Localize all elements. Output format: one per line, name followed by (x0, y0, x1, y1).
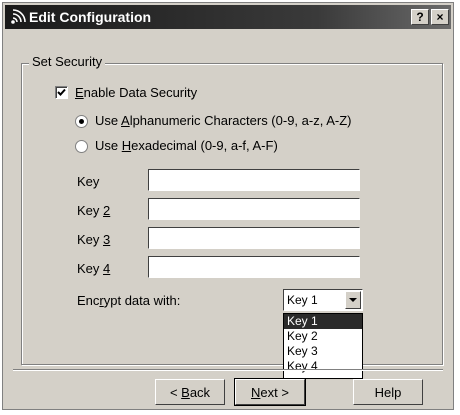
hexadecimal-radio[interactable] (75, 140, 88, 153)
key1-input[interactable] (148, 169, 360, 191)
key3-label: Key 3 (77, 232, 111, 247)
checkmark-icon (57, 88, 66, 96)
wireless-icon (11, 9, 26, 24)
option-key-3[interactable]: Key 3 (284, 344, 362, 359)
group-label: Set Security (29, 54, 106, 69)
enable-security-checkbox[interactable] (55, 86, 68, 99)
key2-input[interactable] (148, 198, 360, 220)
option-key-2[interactable]: Key 2 (284, 329, 362, 344)
next-button[interactable]: Next > (234, 378, 306, 406)
separator (13, 369, 443, 371)
hexadecimal-label[interactable]: Use Hexadecimal (0-9, a-f, A-F) (95, 138, 278, 153)
encrypt-label: Encrypt data with: (77, 293, 181, 308)
key4-input[interactable] (148, 256, 360, 278)
back-button[interactable]: < Back (155, 379, 225, 405)
help-button[interactable]: Help (353, 379, 423, 405)
window-title: Edit Configuration (29, 9, 152, 25)
close-button[interactable]: × (431, 9, 449, 25)
chevron-down-icon (349, 298, 357, 302)
alphanumeric-radio[interactable] (75, 115, 88, 128)
enable-security-label[interactable]: Enable Data Security (75, 85, 197, 100)
title-bar[interactable]: Edit Configuration ? × (5, 5, 451, 29)
key4-label: Key 4 (77, 261, 111, 276)
option-key-4[interactable]: Key 4 (284, 359, 362, 374)
dropdown-arrow-button[interactable] (345, 291, 361, 309)
encrypt-key-select[interactable]: Key 1 (283, 289, 363, 311)
alphanumeric-label[interactable]: Use Alphanumeric Characters (0-9, a-z, A… (95, 113, 351, 128)
encrypt-selected-value: Key 1 (287, 293, 318, 307)
option-key-1[interactable]: Key 1 (284, 314, 362, 329)
key2-label: Key 2 (77, 203, 111, 218)
help-title-button[interactable]: ? (411, 9, 429, 25)
key3-input[interactable] (148, 227, 360, 249)
radio-dot-icon (79, 119, 84, 124)
key1-label: Key (77, 174, 100, 189)
dialog-window: Edit Configuration ? × Set Security Enab… (2, 2, 454, 410)
